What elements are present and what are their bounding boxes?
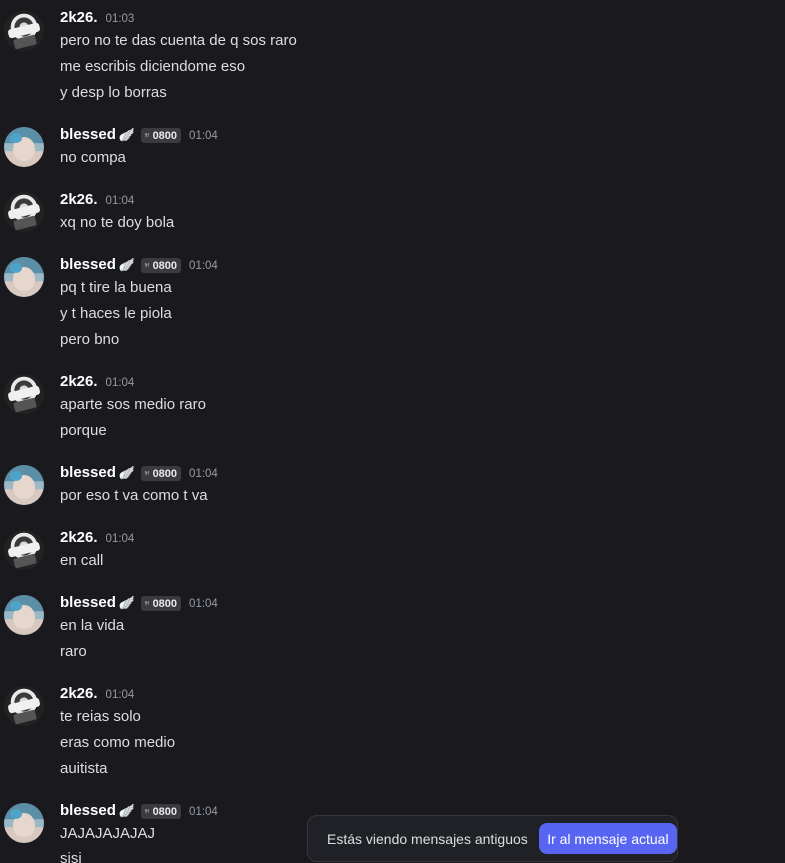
avatar[interactable] [4, 803, 44, 843]
avatar[interactable] [4, 595, 44, 635]
avatar[interactable] [4, 11, 44, 51]
avatar[interactable] [4, 127, 44, 167]
guild-tag[interactable]: ♅ 0800 [141, 804, 182, 819]
guild-tag[interactable]: ♅ 0800 [141, 258, 182, 273]
username[interactable]: 2k26. [60, 529, 98, 546]
guild-tag-icon: ♅ [143, 130, 151, 141]
message-text: pero no te das cuenta de q sos raro [60, 32, 297, 49]
username[interactable]: blessed [60, 464, 116, 481]
timestamp: 01:04 [189, 598, 218, 610]
wing-icon: 🪽 [118, 257, 136, 272]
guild-tag-label: 0800 [152, 259, 178, 272]
message-text: aparte sos medio raro [60, 396, 206, 413]
message-header: blessed 🪽 ♅ 0800 01:04 [60, 464, 218, 484]
message-text: no compa [60, 149, 126, 166]
username[interactable]: blessed [60, 126, 116, 143]
message-header: blessed 🪽 ♅ 0800 01:04 [60, 594, 218, 614]
message-text: JAJAJAJAJAJ [60, 825, 156, 842]
wing-icon: 🪽 [118, 803, 136, 818]
message-text: en call [60, 552, 104, 569]
timestamp: 01:03 [105, 13, 135, 25]
message-header: blessed 🪽 ♅ 0800 01:04 [60, 126, 218, 146]
timestamp: 01:04 [189, 130, 218, 142]
timestamp: 01:04 [105, 689, 135, 701]
username[interactable]: 2k26. [60, 191, 98, 208]
timestamp: 01:04 [189, 806, 218, 818]
message-header: blessed 🪽 ♅ 0800 01:04 [60, 802, 218, 822]
timestamp: 01:04 [105, 533, 135, 545]
message-header: 2k26. 01:04 [60, 685, 134, 705]
message-text: en la vida [60, 617, 125, 634]
message-text: y desp lo borras [60, 84, 167, 101]
avatar[interactable] [4, 530, 44, 570]
timestamp: 01:04 [189, 260, 218, 272]
timestamp: 01:04 [105, 377, 135, 389]
username[interactable]: blessed [60, 594, 116, 611]
guild-tag[interactable]: ♅ 0800 [141, 128, 182, 143]
message-text: me escribis diciendome eso [60, 58, 246, 75]
username[interactable]: blessed [60, 256, 116, 273]
avatar[interactable] [4, 374, 44, 414]
username[interactable]: 2k26. [60, 685, 98, 702]
guild-tag-icon: ♅ [143, 806, 151, 817]
username[interactable]: 2k26. [60, 373, 98, 390]
guild-tag-label: 0800 [152, 805, 178, 818]
message-text: xq no te doy bola [60, 214, 175, 231]
wing-icon: 🪽 [118, 127, 136, 142]
avatar[interactable] [4, 192, 44, 232]
message-header: 2k26. 01:04 [60, 373, 134, 393]
message-header: 2k26. 01:03 [60, 9, 134, 29]
message-header: 2k26. 01:04 [60, 191, 134, 211]
avatar[interactable] [4, 257, 44, 297]
username[interactable]: 2k26. [60, 9, 98, 26]
message-text: por eso t va como t va [60, 487, 208, 504]
message-header: 2k26. 01:04 [60, 529, 134, 549]
message-text: pq t tire la buena [60, 279, 172, 296]
guild-tag-label: 0800 [152, 467, 178, 480]
guild-tag-label: 0800 [152, 129, 178, 142]
guild-tag-label: 0800 [152, 597, 178, 610]
message-text: raro [60, 643, 87, 660]
guild-tag[interactable]: ♅ 0800 [141, 466, 182, 481]
message-header: blessed 🪽 ♅ 0800 01:04 [60, 256, 218, 276]
avatar[interactable] [4, 465, 44, 505]
timestamp: 01:04 [105, 195, 135, 207]
message-text: porque [60, 422, 107, 439]
message-text: sisi [60, 850, 82, 863]
username[interactable]: blessed [60, 802, 116, 819]
wing-icon: 🪽 [118, 595, 136, 610]
guild-tag-icon: ♅ [143, 260, 151, 271]
avatar[interactable] [4, 686, 44, 726]
guild-tag[interactable]: ♅ 0800 [141, 596, 182, 611]
wing-icon: 🪽 [118, 465, 136, 480]
timestamp: 01:04 [189, 468, 218, 480]
jump-to-present-bar: Estás viendo mensajes antiguos Ir al men… [307, 815, 678, 862]
older-messages-notice: Estás viendo mensajes antiguos [327, 830, 528, 847]
chat-message-list[interactable]: 2k26. 01:03 pero no te das cuenta de q s… [0, 0, 785, 863]
message-text: eras como medio [60, 734, 176, 751]
message-text: te reias solo [60, 708, 141, 725]
guild-tag-icon: ♅ [143, 598, 151, 609]
message-text: auitista [60, 760, 108, 777]
message-text: y t haces le piola [60, 305, 172, 322]
message-text: pero bno [60, 331, 120, 348]
jump-to-present-button[interactable]: Ir al mensaje actual [538, 823, 677, 854]
guild-tag-icon: ♅ [143, 468, 151, 479]
